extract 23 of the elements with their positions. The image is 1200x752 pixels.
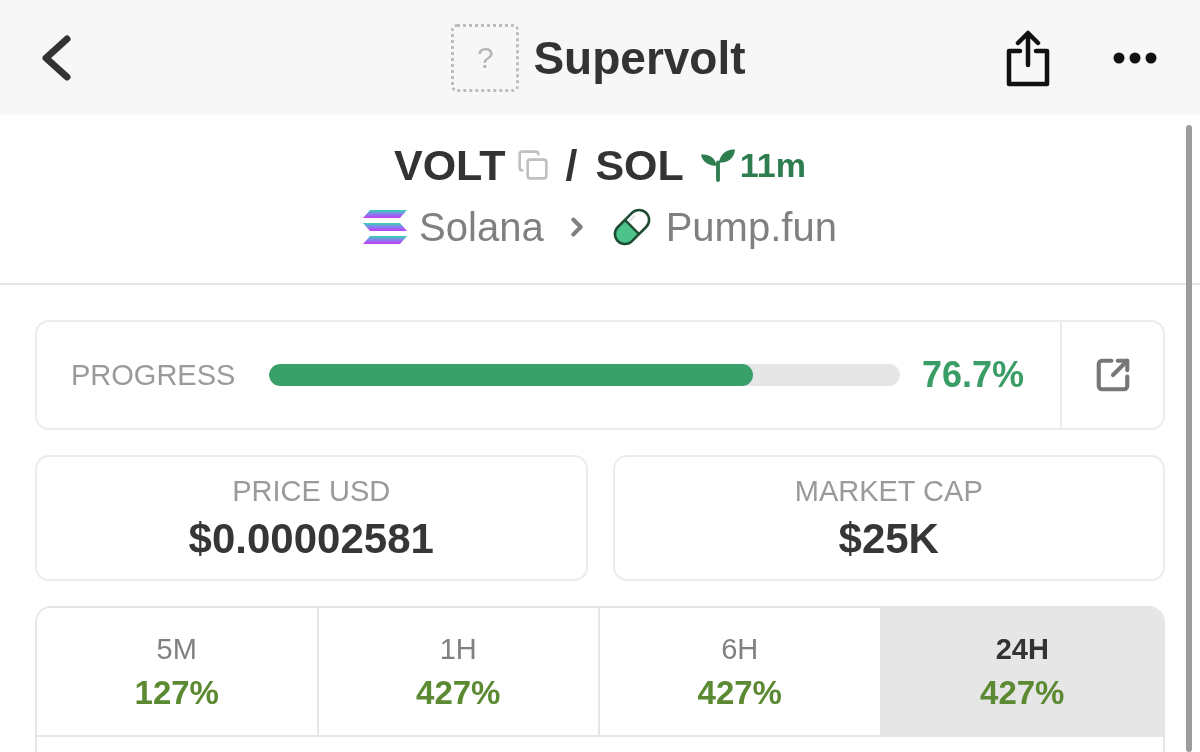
stat-label: MARKET CAP [794, 476, 983, 506]
more-icon [1113, 51, 1157, 64]
timeframe-tab[interactable]: 5M 127% [37, 608, 319, 735]
stat-value: $25K [838, 517, 939, 560]
back-chevron-icon [40, 34, 72, 81]
sprout-icon [699, 148, 736, 182]
share-button[interactable] [1005, 28, 1051, 87]
share-icon [1005, 28, 1051, 87]
stat-value: $0.00002581 [188, 517, 434, 560]
back-button[interactable] [40, 34, 72, 81]
more-button[interactable] [1113, 51, 1157, 64]
quote-token-symbol: SOL [595, 143, 684, 187]
progress-label: PROGRESS [71, 360, 236, 390]
base-token-symbol: VOLT [394, 143, 506, 187]
chain-logo-icon [363, 209, 408, 245]
pair-separator: / [565, 143, 578, 187]
stat-label: PRICE USD [232, 476, 391, 506]
timeframe-tab[interactable]: 24H 427% [881, 608, 1163, 735]
pair-age: 11m [739, 148, 806, 182]
chain-name[interactable]: Solana [419, 207, 544, 247]
dex-name[interactable]: Pump.fun [665, 207, 837, 247]
question-mark: ? [477, 42, 494, 73]
progress-reading: 76.7% [921, 357, 1024, 393]
